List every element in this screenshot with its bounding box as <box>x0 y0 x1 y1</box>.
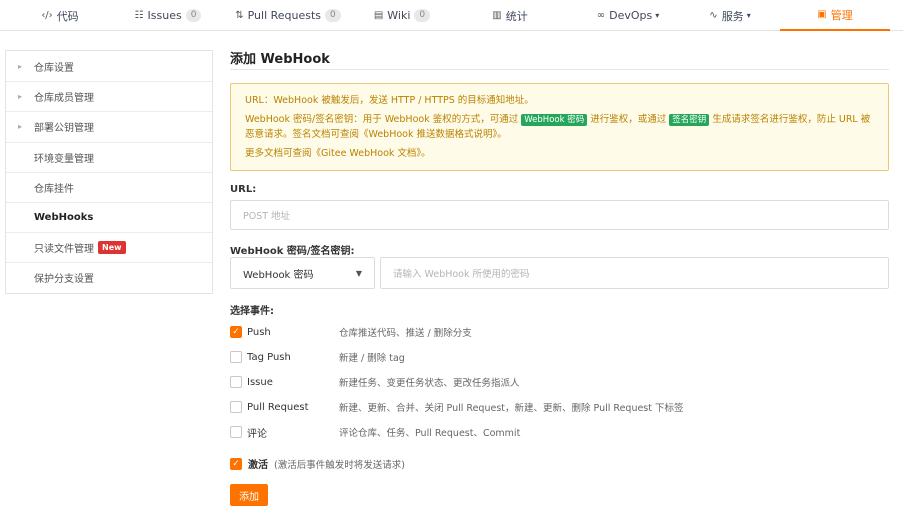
event-name: 评论 <box>247 428 267 440</box>
count-badge: 0 <box>185 9 202 22</box>
notice-line-secret: WebHook 密码/签名密钥：用于 WebHook 鉴权的方式，可通过 Web… <box>245 112 874 142</box>
chevron-down-icon: ▼ <box>355 268 362 278</box>
sidebar-item-readonly-files[interactable]: 只读文件管理 New <box>6 232 212 262</box>
tab-code[interactable]: ‹/› 代码 <box>20 0 100 31</box>
new-badge: New <box>98 241 126 255</box>
comment-checkbox[interactable] <box>230 426 242 438</box>
stats-icon: ▥ <box>492 10 502 21</box>
event-name: Pull Request <box>247 401 309 413</box>
manage-icon: ▣ <box>817 9 827 20</box>
activate-checkbox[interactable]: ✓ <box>230 457 242 470</box>
sidebar-item-protected-branches[interactable]: 保护分支设置 <box>6 262 212 292</box>
event-name: Issue <box>247 376 273 388</box>
secret-placeholder: 请输入 WebHook 所使用的密码 <box>393 269 530 280</box>
notice-line-url: URL：WebHook 被触发后，发送 HTTP / HTTPS 的目标通知地址… <box>245 95 534 106</box>
settings-sidebar: ▸ 仓库设置 ▸ 仓库成员管理 ▸ 部署公钥管理 环境变量管理 仓库挂件 Web… <box>5 50 213 294</box>
sidebar-item-env-vars[interactable]: 环境变量管理 <box>6 141 212 172</box>
devops-icon: ∞ <box>596 10 606 21</box>
sidebar-item-label: 环境变量管理 <box>34 153 94 165</box>
tab-issues[interactable]: ☷ Issues 0 <box>123 0 213 31</box>
event-comment[interactable]: 评论 评论仓库、任务、Pull Request、Commit <box>230 424 520 440</box>
chevron-down-icon: ▾ <box>655 11 660 20</box>
event-name: Tag Push <box>247 351 291 363</box>
secret-type-value: WebHook 密码 <box>243 269 314 281</box>
tab-service[interactable]: ∿ 服务 ▾ <box>690 0 770 31</box>
count-badge: 0 <box>414 9 431 22</box>
divider <box>230 69 889 70</box>
tab-label: 管理 <box>830 8 853 22</box>
pull-request-checkbox[interactable] <box>230 401 242 413</box>
sidebar-item-label: 保护分支设置 <box>34 274 94 286</box>
tab-label: DevOps <box>609 9 653 22</box>
info-notice: URL：WebHook 被触发后，发送 HTTP / HTTPS 的目标通知地址… <box>230 83 889 171</box>
pull-request-icon: ⇅ <box>235 10 244 21</box>
tab-label: 代码 <box>56 9 79 23</box>
tab-devops[interactable]: ∞ DevOps ▾ <box>578 0 678 31</box>
notice-text: 进行鉴权，或通过 <box>590 114 667 125</box>
service-icon: ∿ <box>709 10 718 21</box>
url-label: URL: <box>230 184 257 195</box>
sidebar-item-deploy-keys[interactable]: ▸ 部署公钥管理 <box>6 111 212 141</box>
event-name: Push <box>247 326 271 338</box>
activate-label: 激活 <box>248 460 268 471</box>
chevron-right-icon: ▸ <box>18 122 23 132</box>
tab-label: Wiki <box>387 9 411 22</box>
push-checkbox[interactable]: ✓ <box>230 326 242 338</box>
sidebar-item-label: 仓库成员管理 <box>34 93 94 105</box>
tab-pull-requests[interactable]: ⇅ Pull Requests 0 <box>228 0 348 31</box>
sidebar-item-repo-settings[interactable]: ▸ 仓库设置 <box>6 51 212 81</box>
tab-label: 统计 <box>505 9 528 23</box>
sidebar-item-widgets[interactable]: 仓库挂件 <box>6 171 212 202</box>
secret-type-select[interactable]: WebHook 密码 ▼ <box>230 257 375 289</box>
tab-manage[interactable]: ▣ 管理 <box>780 0 890 31</box>
activate-desc: (激活后事件触发时将发送请求) <box>274 459 405 471</box>
add-button[interactable]: 添加 <box>230 484 268 506</box>
tab-label: 服务 <box>721 9 744 23</box>
sidebar-item-webhooks[interactable]: WebHooks <box>6 201 212 232</box>
sidebar-item-label: 仓库挂件 <box>34 183 74 195</box>
event-desc: 新建、更新、合并、关闭 Pull Request，新建、更新、删除 Pull R… <box>339 403 684 414</box>
chevron-down-icon: ▾ <box>746 11 751 20</box>
url-placeholder: POST 地址 <box>243 211 291 222</box>
activate-row[interactable]: ✓ 激活 (激活后事件触发时将发送请求) <box>230 456 405 471</box>
event-issue[interactable]: Issue 新建任务、变更任务状态、更改任务指派人 <box>230 374 520 390</box>
tab-wiki[interactable]: ▤ Wiki 0 <box>362 0 442 31</box>
event-desc: 新建任务、变更任务状态、更改任务指派人 <box>339 378 520 389</box>
secret-input[interactable]: 请输入 WebHook 所使用的密码 <box>380 257 889 289</box>
issue-checkbox[interactable] <box>230 376 242 388</box>
issues-icon: ☷ <box>134 10 144 21</box>
event-desc: 新建 / 删除 tag <box>339 353 405 364</box>
chevron-right-icon: ▸ <box>18 61 23 71</box>
tab-stats[interactable]: ▥ 统计 <box>470 0 550 31</box>
event-push[interactable]: ✓ Push 仓库推送代码、推送 / 删除分支 <box>230 324 472 340</box>
url-input[interactable]: POST 地址 <box>230 200 889 230</box>
count-badge: 0 <box>325 9 341 22</box>
top-nav: ‹/› 代码 ☷ Issues 0 ⇅ Pull Requests 0 ▤ Wi… <box>0 0 903 31</box>
chevron-right-icon: ▸ <box>18 92 23 102</box>
secret-label: WebHook 密码/签名密钥: <box>230 246 355 257</box>
events-label: 选择事件: <box>230 306 274 317</box>
notice-line-docs[interactable]: 更多文档可查阅《Gitee WebHook 文档》。 <box>245 146 874 161</box>
event-desc: 仓库推送代码、推送 / 删除分支 <box>339 328 472 339</box>
webhook-password-tag: WebHook 密码 <box>521 114 588 126</box>
code-icon: ‹/› <box>41 10 53 21</box>
page-title: 添加 WebHook <box>230 52 330 67</box>
event-tag-push[interactable]: Tag Push 新建 / 删除 tag <box>230 349 405 365</box>
tag-push-checkbox[interactable] <box>230 351 242 363</box>
sidebar-item-label: 仓库设置 <box>34 62 74 74</box>
sidebar-item-label: WebHooks <box>34 212 94 224</box>
sidebar-item-members[interactable]: ▸ 仓库成员管理 <box>6 81 212 111</box>
wiki-icon: ▤ <box>373 10 384 21</box>
tab-label: Pull Requests <box>247 9 322 22</box>
sidebar-item-label: 只读文件管理 <box>34 244 94 256</box>
notice-text: WebHook 密码/签名密钥：用于 WebHook 鉴权的方式，可通过 <box>245 114 519 125</box>
tab-label: Issues <box>147 9 182 22</box>
signing-key-tag: 签名密钥 <box>669 114 710 126</box>
event-pull-request[interactable]: Pull Request 新建、更新、合并、关闭 Pull Request，新建… <box>230 399 684 415</box>
sidebar-item-label: 部署公钥管理 <box>34 123 94 135</box>
event-desc: 评论仓库、任务、Pull Request、Commit <box>339 428 521 439</box>
